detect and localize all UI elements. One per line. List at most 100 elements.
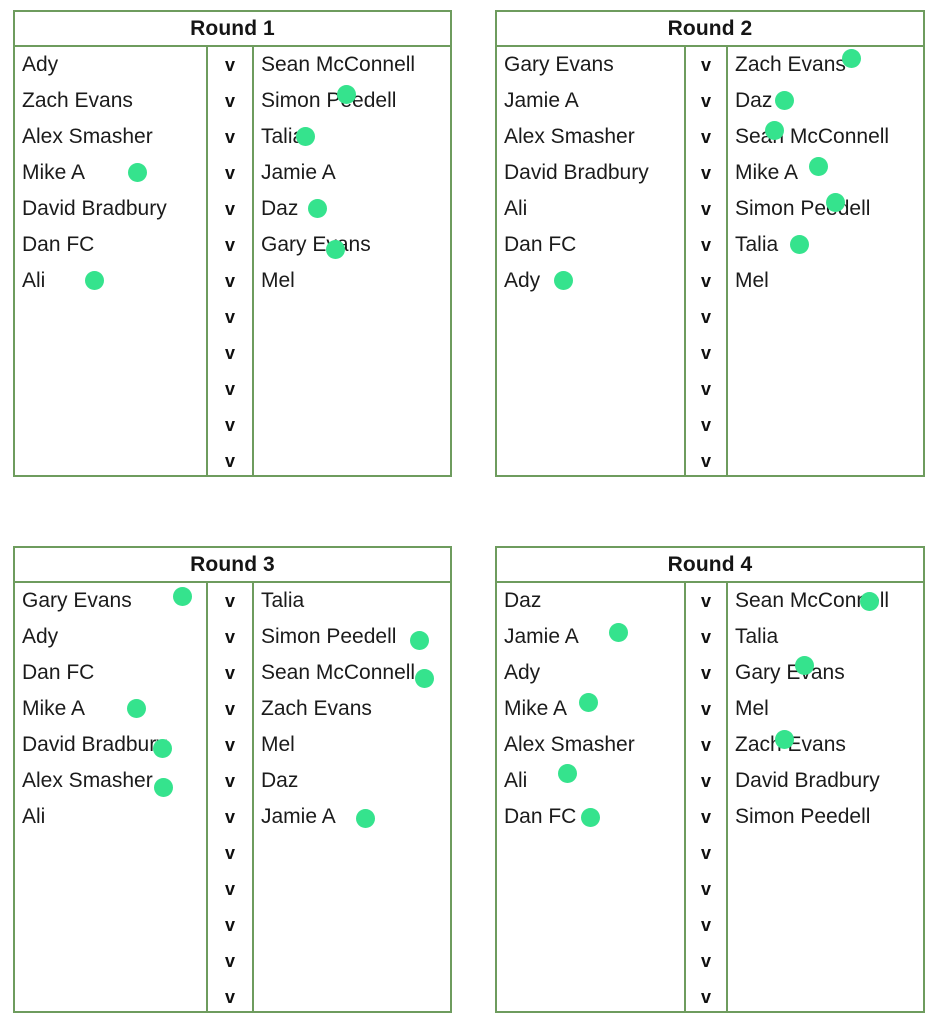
home-player-cell[interactable]: Ali <box>497 191 684 227</box>
versus-cell[interactable]: v <box>686 263 726 299</box>
versus-cell[interactable]: v <box>686 407 726 443</box>
away-player-cell-empty[interactable] <box>254 299 450 335</box>
versus-cell[interactable]: v <box>686 371 726 407</box>
versus-cell[interactable]: v <box>208 371 252 407</box>
versus-cell[interactable]: v <box>208 727 252 763</box>
home-player-cell[interactable]: Dan FC <box>497 227 684 263</box>
home-player-cell[interactable]: Dan FC <box>15 655 206 691</box>
home-player-cell-empty[interactable] <box>497 907 684 943</box>
away-player-cell-empty[interactable] <box>254 407 450 443</box>
home-player-cell[interactable]: Mike A <box>15 155 206 191</box>
versus-cell[interactable]: v <box>208 691 252 727</box>
versus-cell[interactable]: v <box>686 83 726 119</box>
home-player-cell-empty[interactable] <box>15 335 206 371</box>
versus-cell[interactable]: v <box>208 979 252 1015</box>
home-player-cell[interactable]: Ady <box>15 619 206 655</box>
away-player-cell[interactable]: Gary Evans <box>728 655 923 691</box>
home-player-cell[interactable]: Ali <box>15 263 206 299</box>
home-player-cell[interactable]: Zach Evans <box>15 83 206 119</box>
away-player-cell[interactable]: Mel <box>728 691 923 727</box>
home-player-cell[interactable]: Jamie A <box>497 83 684 119</box>
away-player-cell-empty[interactable] <box>728 371 923 407</box>
versus-cell[interactable]: v <box>208 871 252 907</box>
versus-cell[interactable]: v <box>686 799 726 835</box>
away-player-cell-empty[interactable] <box>254 835 450 871</box>
home-player-cell-empty[interactable] <box>15 979 206 1015</box>
versus-cell[interactable]: v <box>686 943 726 979</box>
home-player-cell-empty[interactable] <box>15 443 206 479</box>
home-player-cell[interactable]: David Bradbury <box>497 155 684 191</box>
versus-cell[interactable]: v <box>686 583 726 619</box>
versus-cell[interactable]: v <box>208 263 252 299</box>
versus-cell[interactable]: v <box>686 47 726 83</box>
home-player-cell-empty[interactable] <box>497 299 684 335</box>
away-player-cell[interactable]: David Bradbury <box>728 763 923 799</box>
versus-cell[interactable]: v <box>208 47 252 83</box>
away-player-cell[interactable]: Simon Peedell <box>254 619 450 655</box>
home-player-cell[interactable]: Alex Smasher <box>15 119 206 155</box>
away-player-cell[interactable]: Mike A <box>728 155 923 191</box>
versus-cell[interactable]: v <box>686 191 726 227</box>
away-player-cell-empty[interactable] <box>254 371 450 407</box>
versus-cell[interactable]: v <box>686 299 726 335</box>
home-player-cell[interactable]: Ady <box>497 263 684 299</box>
versus-cell[interactable]: v <box>208 155 252 191</box>
away-player-cell-empty[interactable] <box>728 335 923 371</box>
home-player-cell-empty[interactable] <box>15 407 206 443</box>
away-player-cell-empty[interactable] <box>728 907 923 943</box>
versus-cell[interactable]: v <box>686 443 726 479</box>
away-player-cell-empty[interactable] <box>728 943 923 979</box>
away-player-cell-empty[interactable] <box>254 907 450 943</box>
versus-cell[interactable]: v <box>686 727 726 763</box>
away-player-cell[interactable]: Zach Evans <box>728 727 923 763</box>
versus-cell[interactable]: v <box>686 691 726 727</box>
away-player-cell-empty[interactable] <box>728 407 923 443</box>
away-player-cell-empty[interactable] <box>728 299 923 335</box>
home-player-cell-empty[interactable] <box>15 299 206 335</box>
away-player-cell[interactable]: Daz <box>254 763 450 799</box>
away-player-cell[interactable]: Sean McConnell <box>728 119 923 155</box>
versus-cell[interactable]: v <box>208 583 252 619</box>
versus-cell[interactable]: v <box>208 799 252 835</box>
away-player-cell[interactable]: Simon Peedell <box>254 83 450 119</box>
away-player-cell[interactable]: Daz <box>254 191 450 227</box>
home-player-cell-empty[interactable] <box>15 943 206 979</box>
away-player-cell[interactable]: Jamie A <box>254 155 450 191</box>
versus-cell[interactable]: v <box>208 191 252 227</box>
away-player-cell[interactable]: Sean McConnell <box>254 47 450 83</box>
away-player-cell[interactable]: Daz <box>728 83 923 119</box>
away-player-cell[interactable]: Talia <box>728 227 923 263</box>
away-player-cell[interactable]: Simon Peedell <box>728 191 923 227</box>
home-player-cell-empty[interactable] <box>497 835 684 871</box>
home-player-cell[interactable]: Mike A <box>497 691 684 727</box>
away-player-cell[interactable]: Talia <box>254 583 450 619</box>
away-player-cell-empty[interactable] <box>728 443 923 479</box>
away-player-cell-empty[interactable] <box>254 979 450 1015</box>
away-player-cell-empty[interactable] <box>728 979 923 1015</box>
home-player-cell-empty[interactable] <box>497 335 684 371</box>
versus-cell[interactable]: v <box>208 119 252 155</box>
versus-cell[interactable]: v <box>686 119 726 155</box>
home-player-cell[interactable]: Gary Evans <box>497 47 684 83</box>
home-player-cell[interactable]: Dan FC <box>497 799 684 835</box>
versus-cell[interactable]: v <box>686 871 726 907</box>
away-player-cell[interactable]: Simon Peedell <box>728 799 923 835</box>
away-player-cell[interactable]: Mel <box>254 263 450 299</box>
home-player-cell[interactable]: David Bradbury <box>15 191 206 227</box>
versus-cell[interactable]: v <box>208 443 252 479</box>
versus-cell[interactable]: v <box>686 655 726 691</box>
home-player-cell-empty[interactable] <box>15 371 206 407</box>
versus-cell[interactable]: v <box>686 619 726 655</box>
versus-cell[interactable]: v <box>686 335 726 371</box>
away-player-cell-empty[interactable] <box>728 835 923 871</box>
home-player-cell[interactable]: Ali <box>497 763 684 799</box>
versus-cell[interactable]: v <box>208 227 252 263</box>
away-player-cell[interactable]: Mel <box>728 263 923 299</box>
away-player-cell-empty[interactable] <box>254 335 450 371</box>
home-player-cell[interactable]: Alex Smasher <box>15 763 206 799</box>
home-player-cell-empty[interactable] <box>497 371 684 407</box>
versus-cell[interactable]: v <box>686 155 726 191</box>
away-player-cell[interactable]: Talia <box>728 619 923 655</box>
home-player-cell[interactable]: Mike A <box>15 691 206 727</box>
away-player-cell-empty[interactable] <box>254 443 450 479</box>
